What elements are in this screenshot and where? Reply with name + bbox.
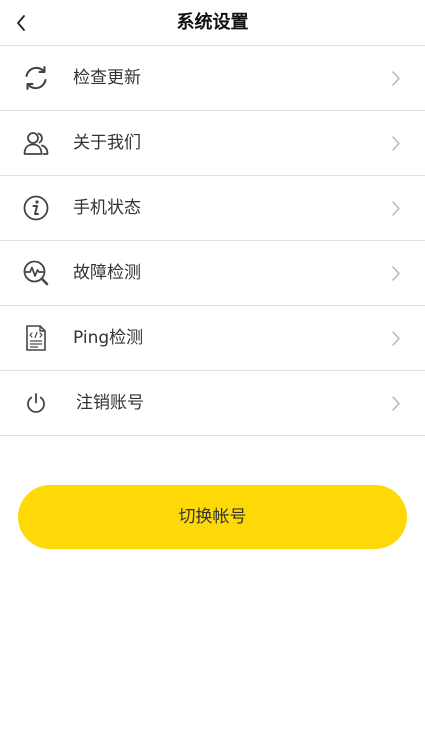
chevron-right-icon xyxy=(392,331,400,346)
chevron-right-icon xyxy=(392,136,400,151)
page-title: 系统设置 xyxy=(176,12,249,33)
refresh-icon xyxy=(25,66,47,90)
menu-item-ping-test[interactable]: Ping检测 xyxy=(0,306,425,371)
menu-item-label: 注销账号 xyxy=(76,393,144,413)
diagnostics-icon xyxy=(23,260,49,286)
chevron-right-icon xyxy=(392,201,400,216)
top-bar: 系统设置 xyxy=(0,0,425,46)
menu-item-fault-detection[interactable]: 故障检测 xyxy=(0,241,425,306)
menu-item-label: Ping检测 xyxy=(73,328,144,348)
users-icon xyxy=(23,132,49,155)
menu-item-label: 手机状态 xyxy=(73,198,141,218)
menu-item-label: 检查更新 xyxy=(73,68,141,88)
menu-item-check-update[interactable]: 检查更新 xyxy=(0,46,425,111)
code-document-icon xyxy=(26,325,46,351)
chevron-right-icon xyxy=(392,266,400,281)
switch-account-button[interactable]: 切换帐号 xyxy=(18,485,407,549)
menu-item-cancel-account[interactable]: 注销账号 xyxy=(0,371,425,436)
settings-menu: 检查更新 关于我们 手机状态 故障检测 Ping检测 注销账号 xyxy=(0,46,425,436)
menu-item-label: 关于我们 xyxy=(73,133,141,153)
menu-item-about-us[interactable]: 关于我们 xyxy=(0,111,425,176)
chevron-right-icon xyxy=(392,71,400,86)
menu-item-phone-status[interactable]: 手机状态 xyxy=(0,176,425,241)
info-icon xyxy=(23,195,49,221)
power-icon xyxy=(27,393,45,413)
menu-item-label: 故障检测 xyxy=(73,263,141,283)
chevron-right-icon xyxy=(392,396,400,411)
